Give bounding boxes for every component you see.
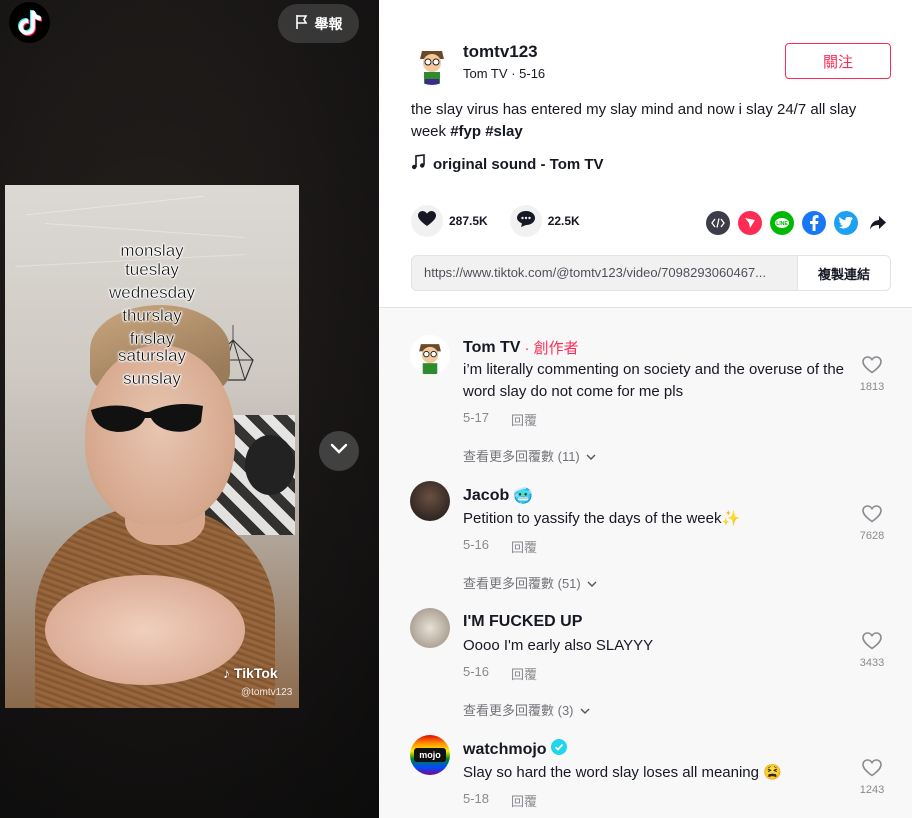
comment-date: 5-16: [463, 537, 490, 552]
overlay-line: thurslay: [122, 306, 182, 325]
video-player[interactable]: monslay tueslay wednesday thurslay frisl…: [5, 185, 299, 708]
sunglasses: [91, 404, 203, 432]
video-pane: 舉報 monslay tueslay wednesday thurslay fr…: [0, 0, 379, 818]
commenter-name[interactable]: Tom TV · 創作者: [463, 337, 579, 358]
heart-outline-icon: [862, 759, 882, 781]
comment-meta: 5-16 回覆: [463, 664, 537, 683]
post-caption: the slay virus has entered my slay mind …: [411, 99, 881, 143]
chevron-down-icon: [587, 575, 597, 590]
commenter-avatar[interactable]: [410, 481, 450, 521]
cold-face-emoji: 🥶: [513, 488, 534, 505]
chevron-down-icon: [580, 702, 590, 717]
watchmojo-logo: mojo: [414, 748, 446, 762]
commenter-avatar[interactable]: [410, 608, 450, 648]
music-note-icon: [411, 154, 425, 174]
tiktok-logo-icon[interactable]: [9, 2, 50, 43]
person-hands: [45, 575, 245, 685]
post-date: 5-16: [519, 66, 546, 81]
report-label: 舉報: [314, 15, 343, 32]
watermark-handle: @tomtv123: [241, 687, 293, 698]
heart-outline-icon: [862, 505, 882, 527]
commenter-name[interactable]: Jacob 🥶: [463, 486, 533, 506]
share-link-box: https://www.tiktok.com/@tomtv123/video/7…: [411, 255, 891, 291]
overlay-line: sunslay: [123, 369, 181, 388]
comment-like[interactable]: 7628: [857, 505, 887, 542]
chevron-down-icon: [586, 448, 596, 463]
comment-text: i’m literally commenting on society and …: [463, 361, 845, 400]
hashtag-link[interactable]: #fyp: [450, 123, 481, 140]
overlay-line: saturslay: [117, 346, 187, 365]
author-username[interactable]: tomtv123: [463, 42, 538, 62]
view-more-replies[interactable]: 查看更多回覆數 (3): [463, 700, 590, 719]
chevron-down-icon: [330, 442, 348, 460]
post-header: tomtv123 Tom TV · 5-16 關注 the slay virus…: [379, 0, 912, 308]
comment-date: 5-17: [463, 410, 490, 425]
comment-like[interactable]: 3433: [857, 632, 887, 669]
comment-like-count: 1813: [859, 381, 885, 393]
music-link[interactable]: original sound - Tom TV: [411, 154, 604, 174]
twitter-share-icon[interactable]: [834, 211, 858, 235]
verified-badge-icon: [550, 739, 567, 760]
comment-like-count: 1243: [859, 784, 885, 796]
like-count: 287.5K: [449, 214, 488, 228]
tiktok-watermark-icon: ♪: [223, 665, 230, 681]
heart-outline-icon: [862, 632, 882, 654]
comment-bubble-icon: [516, 210, 535, 232]
send-to-friends-icon[interactable]: [738, 211, 762, 235]
comment-list: Tom TV · 創作者 i’m literally commenting on…: [379, 308, 912, 818]
comment-meta: 5-17 回覆: [463, 410, 537, 429]
share-arrow-icon[interactable]: [866, 211, 890, 235]
heart-outline-icon: [862, 356, 882, 378]
comment-like[interactable]: 1243: [857, 759, 887, 796]
share-icons: LINE: [706, 211, 890, 235]
comment-like[interactable]: 1813: [857, 356, 887, 393]
comment-like-count: 7628: [859, 530, 885, 542]
commenter-avatar[interactable]: [410, 335, 450, 375]
comment-count: 22.5K: [547, 214, 580, 228]
reply-button[interactable]: 回覆: [511, 410, 537, 429]
tiktok-watermark: ♪ TikTok: [223, 665, 278, 681]
report-button[interactable]: 舉報: [278, 4, 359, 43]
follow-button[interactable]: 關注: [785, 43, 891, 79]
reply-button[interactable]: 回覆: [511, 537, 537, 556]
hashtag-link[interactable]: #slay: [485, 123, 523, 140]
comment-text: Slay so hard the word slay loses all mea…: [463, 764, 782, 781]
embed-code-icon[interactable]: [706, 211, 730, 235]
share-url[interactable]: https://www.tiktok.com/@tomtv123/video/7…: [424, 265, 794, 280]
overlay-line: monslay: [120, 241, 184, 260]
comment-meta: 5-18 回覆: [463, 791, 537, 810]
comment-text: Oooo I'm early also SLAYYY: [463, 637, 654, 654]
music-title: original sound - Tom TV: [433, 155, 604, 173]
author-subinfo: Tom TV · 5-16: [463, 66, 546, 81]
copy-link-button[interactable]: 複製連結: [797, 256, 890, 290]
wall-mirror: [245, 435, 295, 495]
facebook-share-icon[interactable]: [802, 211, 826, 235]
overlay-line: wednesday: [108, 283, 195, 302]
commenter-avatar[interactable]: mojo: [410, 735, 450, 775]
svg-text:LINE: LINE: [776, 221, 788, 227]
overlay-line: tueslay: [125, 260, 179, 279]
view-more-replies[interactable]: 查看更多回覆數 (51): [463, 573, 597, 592]
comment-date: 5-16: [463, 664, 490, 679]
commenter-name[interactable]: watchmojo: [463, 739, 567, 760]
commenter-name[interactable]: I'M FUCKED UP: [463, 613, 582, 631]
next-video-button[interactable]: [319, 431, 359, 471]
comment-meta: 5-16 回覆: [463, 537, 537, 556]
line-share-icon[interactable]: LINE: [770, 211, 794, 235]
view-more-replies[interactable]: 查看更多回覆數 (11): [463, 446, 596, 465]
comment-date: 5-18: [463, 791, 490, 806]
like-button[interactable]: [411, 205, 443, 237]
creator-badge: · 創作者: [524, 340, 579, 357]
author-avatar[interactable]: [410, 41, 454, 85]
heart-icon: [418, 210, 436, 232]
reply-button[interactable]: 回覆: [511, 791, 537, 810]
author-display-name: Tom TV: [463, 66, 508, 81]
comment-button[interactable]: [509, 205, 542, 237]
engagement-bar: 287.5K 22.5K: [411, 205, 602, 237]
details-pane: tomtv123 Tom TV · 5-16 關注 the slay virus…: [379, 0, 912, 818]
reply-button[interactable]: 回覆: [511, 664, 537, 683]
flag-icon: [295, 14, 309, 33]
comment-text: Petition to yassify the days of the week…: [463, 510, 741, 527]
comment-like-count: 3433: [859, 657, 885, 669]
